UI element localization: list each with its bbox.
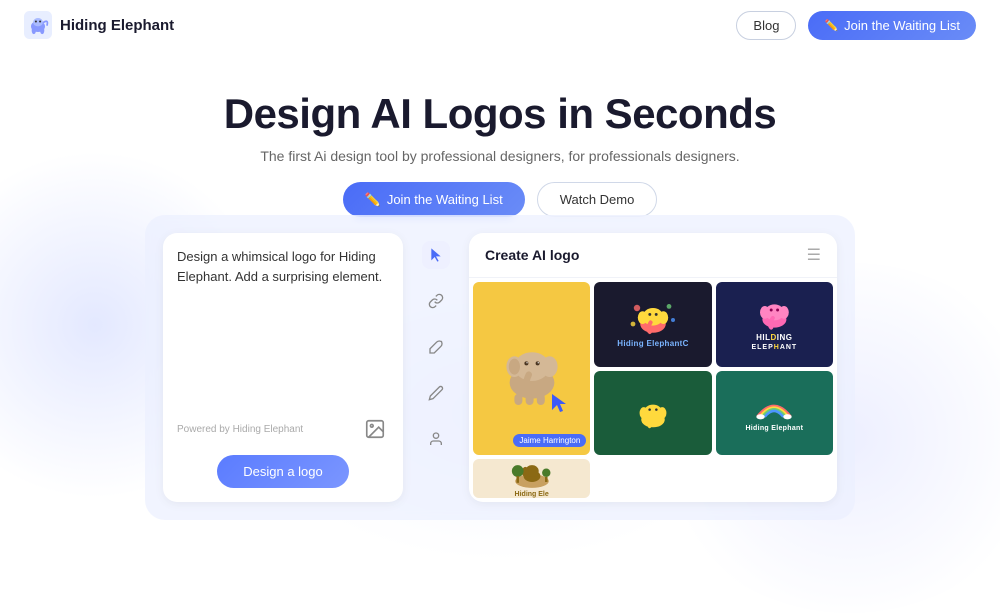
pencil-icon-hero: ✏️ [365,192,381,208]
colorful-elephant-svg [629,300,677,336]
brand-name: Hiding Elephant [60,17,174,34]
logo-cell-colorful: Hiding ElephantC [594,282,711,367]
powered-by-text: Powered by Hiding Elephant [177,424,303,435]
pencil-icon: ✏️ [824,19,838,32]
logo-cell-pink: HILDING ELEPHANT [716,282,833,367]
prompt-text: Design a whimsical logo for Hiding Eleph… [177,247,389,286]
hero-join-button[interactable]: ✏️ Join the Waiting List [343,182,525,217]
design-logo-button[interactable]: Design a logo [217,455,349,488]
green-elephant-svg [632,396,674,430]
header-waiting-list-button[interactable]: ✏️ Join the Waiting List [808,11,976,40]
hiding-elephant-label: Hiding Elephant [745,425,803,432]
header: Hiding Elephant Blog ✏️ Join the Waiting… [0,0,1000,50]
hero-title: Design AI Logos in Seconds [224,90,777,138]
rainbow-svg [753,393,795,423]
logo-cell-rainbow: Hiding Elephant [716,371,833,456]
hiding-ele-label: Hiding Ele [515,491,549,498]
featured-logo-cell: Jaime Harrington [473,282,590,455]
cursor-tool[interactable] [422,241,450,269]
logo-label-tr1: Hiding ElephantC [617,339,688,348]
demo-card: Design a whimsical logo for Hiding Eleph… [145,215,855,520]
hero-demo-button[interactable]: Watch Demo [537,182,658,217]
logo-cell-light: Hiding Ele [473,459,590,498]
brush-tool[interactable] [422,333,450,361]
hero-section: Design AI Logos in Seconds The first Ai … [0,50,1000,217]
right-panel: Create AI logo ☰ [469,233,837,502]
name-badge: Jaime Harrington [513,434,586,447]
logo-cell-green [594,371,711,456]
middle-toolbar [417,233,455,502]
image-upload-icon[interactable] [361,415,389,443]
user-tool[interactable] [422,425,450,453]
light-elephant-svg [511,459,553,489]
hero-buttons: ✏️ Join the Waiting List Watch Demo [343,182,658,217]
left-panel-footer: Powered by Hiding Elephant [177,415,389,443]
header-nav: Blog ✏️ Join the Waiting List [736,11,976,40]
blog-button[interactable]: Blog [736,11,796,40]
logo-area: Hiding Elephant [24,11,174,39]
cursor-indicator [550,392,568,419]
create-logo-title: Create AI logo [485,247,579,263]
link-tool[interactable] [422,287,450,315]
pen-tool[interactable] [422,379,450,407]
hid-logo-text: HILDING [756,333,792,342]
menu-icon[interactable]: ☰ [807,245,821,265]
left-panel: Design a whimsical logo for Hiding Eleph… [163,233,403,502]
pink-elephant-svg [752,297,796,331]
logo-grid: Jaime Harrington [469,278,837,502]
brand-logo-icon [24,11,52,39]
right-panel-header: Create AI logo ☰ [469,233,837,278]
hero-subtitle: The first Ai design tool by professional… [260,148,739,164]
elephant-text: ELEPHANT [751,344,797,351]
